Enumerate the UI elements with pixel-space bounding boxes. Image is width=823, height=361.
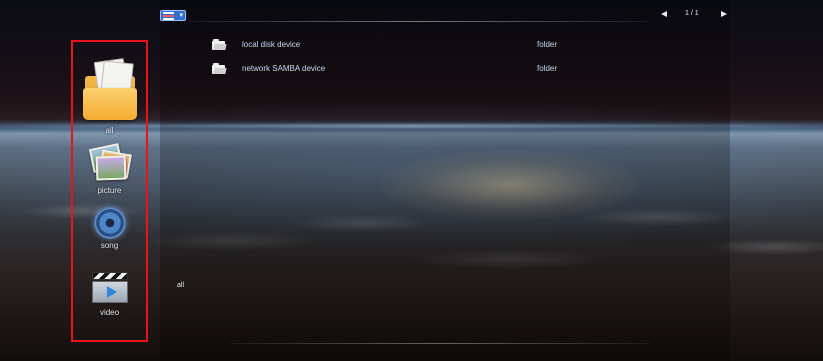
file-name: local disk device (242, 40, 301, 49)
sidebar-item-picture[interactable]: picture (73, 142, 146, 195)
sidebar-item-label: song (100, 241, 119, 250)
sidebar-item-all[interactable]: all (73, 58, 146, 135)
sidebar-item-label: all (105, 126, 114, 135)
sidebar-item-label: video (99, 308, 120, 317)
list-item[interactable]: local disk device folder (212, 38, 652, 54)
page-indicator: 1 / 1 (685, 10, 699, 17)
file-type: folder (537, 64, 558, 73)
chevron-down-icon: ▾ (179, 12, 183, 19)
header-divider (188, 21, 648, 22)
prev-page-icon[interactable] (661, 11, 667, 17)
music-disc-icon (93, 207, 126, 239)
folder-icon (212, 39, 227, 50)
picture-icon (88, 142, 132, 184)
category-sidebar: all picture song video (71, 40, 148, 342)
play-icon (106, 286, 117, 298)
folder-icon (212, 63, 227, 74)
file-name: network SAMBA device (242, 64, 326, 73)
folder-icon (82, 58, 138, 124)
content-panel (160, 0, 730, 361)
view-mode-dropdown[interactable]: ▾ (160, 10, 186, 21)
sidebar-item-label: picture (97, 186, 122, 195)
sidebar-item-song[interactable]: song (73, 207, 146, 250)
sidebar-item-video[interactable]: video (73, 270, 146, 317)
list-view-icon (163, 12, 174, 20)
file-type: folder (537, 40, 558, 49)
video-icon (90, 270, 130, 306)
list-item[interactable]: network SAMBA device folder (212, 62, 652, 78)
next-page-icon[interactable] (721, 11, 727, 17)
current-category-label: all (177, 282, 185, 289)
footer-divider (230, 343, 650, 344)
